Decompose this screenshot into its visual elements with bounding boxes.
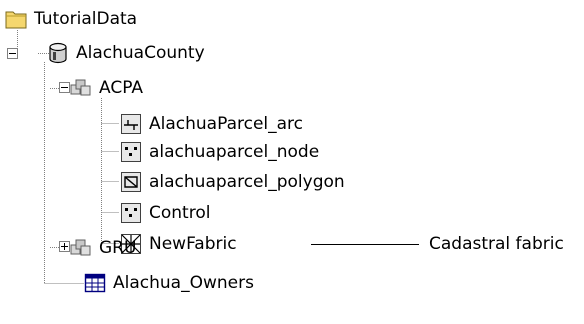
tree-item-tutorialdata[interactable]: TutorialData xyxy=(5,6,137,32)
tree-item-gru[interactable]: GRU xyxy=(70,235,136,261)
tree-item-label: Control xyxy=(149,203,211,223)
expand-gru-toggle[interactable] xyxy=(59,241,70,252)
tree-item-label: ACPA xyxy=(99,78,143,98)
feature-dataset-icon xyxy=(70,79,91,96)
collapse-alachuacounty-toggle[interactable] xyxy=(7,48,18,59)
tree-item-alachuaparcel-arc[interactable]: AlachuaParcel_arc xyxy=(120,111,303,137)
tree-item-label: Alachua_Owners xyxy=(113,273,254,293)
feature-dataset-icon xyxy=(70,239,91,256)
table-icon xyxy=(84,273,106,293)
tree-item-alachua-owners[interactable]: Alachua_Owners xyxy=(84,270,254,296)
tree-item-control[interactable]: Control xyxy=(120,200,210,226)
tree-item-label: NewFabric xyxy=(149,234,237,254)
tree-item-newfabric[interactable]: NewFabric xyxy=(120,231,237,257)
point-feature-class-icon xyxy=(121,142,141,162)
callout-line xyxy=(311,244,419,245)
folder-icon xyxy=(5,11,27,29)
tree-item-alachuaparcel-node[interactable]: alachuaparcel_node xyxy=(120,139,319,165)
tree-item-label: alachuaparcel_node xyxy=(149,142,320,162)
tree-item-alachuacounty[interactable]: AlachuaCounty xyxy=(47,40,205,66)
tree-item-label: GRU xyxy=(99,238,137,258)
line-feature-class-icon xyxy=(121,114,141,134)
tree-item-label: AlachuaParcel_arc xyxy=(149,114,304,134)
polygon-feature-class-icon xyxy=(121,172,141,192)
tree-item-alachuaparcel-polygon[interactable]: alachuaparcel_polygon xyxy=(120,169,345,195)
point-feature-class-icon xyxy=(121,203,141,223)
tree-item-label: AlachuaCounty xyxy=(76,43,205,63)
collapse-acpa-toggle[interactable] xyxy=(59,82,70,93)
tree-item-label: alachuaparcel_polygon xyxy=(149,172,345,192)
callout-label: Cadastral fabric xyxy=(429,234,564,254)
geodatabase-icon xyxy=(49,42,67,64)
tree-item-label: TutorialData xyxy=(34,9,138,29)
tree-item-acpa[interactable]: ACPA xyxy=(70,75,143,101)
